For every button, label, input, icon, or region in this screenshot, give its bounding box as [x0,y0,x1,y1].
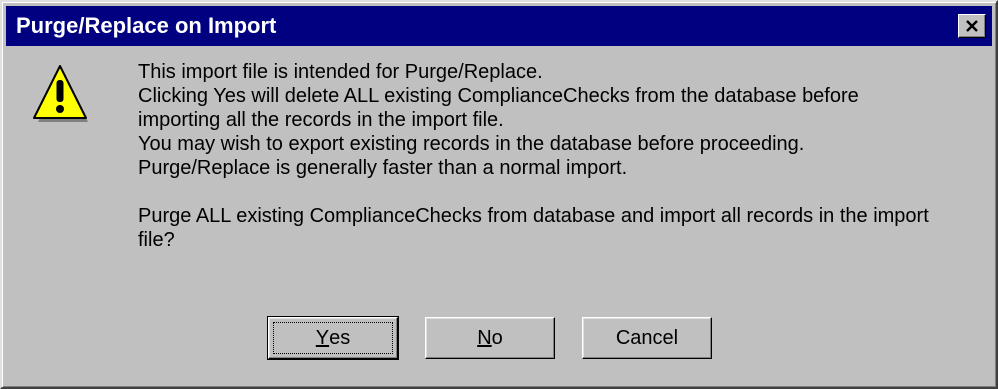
message-line: importing all the records in the import … [138,109,504,131]
dialog-window: Purge/Replace on Import This import file… [0,0,998,389]
question-line: Purge ALL existing ComplianceChecks from… [138,205,929,227]
message-line: You may wish to export existing records … [138,133,805,155]
dialog-title: Purge/Replace on Import [16,13,277,38]
yes-label-rest: es [329,326,351,349]
message-line: Clicking Yes will delete ALL existing Co… [138,85,859,107]
no-label-rest: o [491,326,503,349]
no-mnemonic: N [477,326,492,349]
message-text: This import file is intended for Purge/R… [138,60,978,252]
message-line: This import file is intended for Purge/R… [138,61,543,83]
close-button[interactable] [958,14,986,38]
close-icon [966,20,978,32]
title-bar[interactable]: Purge/Replace on Import [6,6,992,46]
yes-mnemonic: Y [315,326,330,349]
no-button[interactable]: No [425,317,555,359]
question-line: file? [138,229,175,251]
message-line: Purge/Replace is generally faster than a… [138,157,628,179]
cancel-button[interactable]: Cancel [582,317,712,359]
yes-button[interactable]: Yes [267,316,399,360]
cancel-label: Cancel [615,326,679,349]
warning-icon [33,65,88,122]
